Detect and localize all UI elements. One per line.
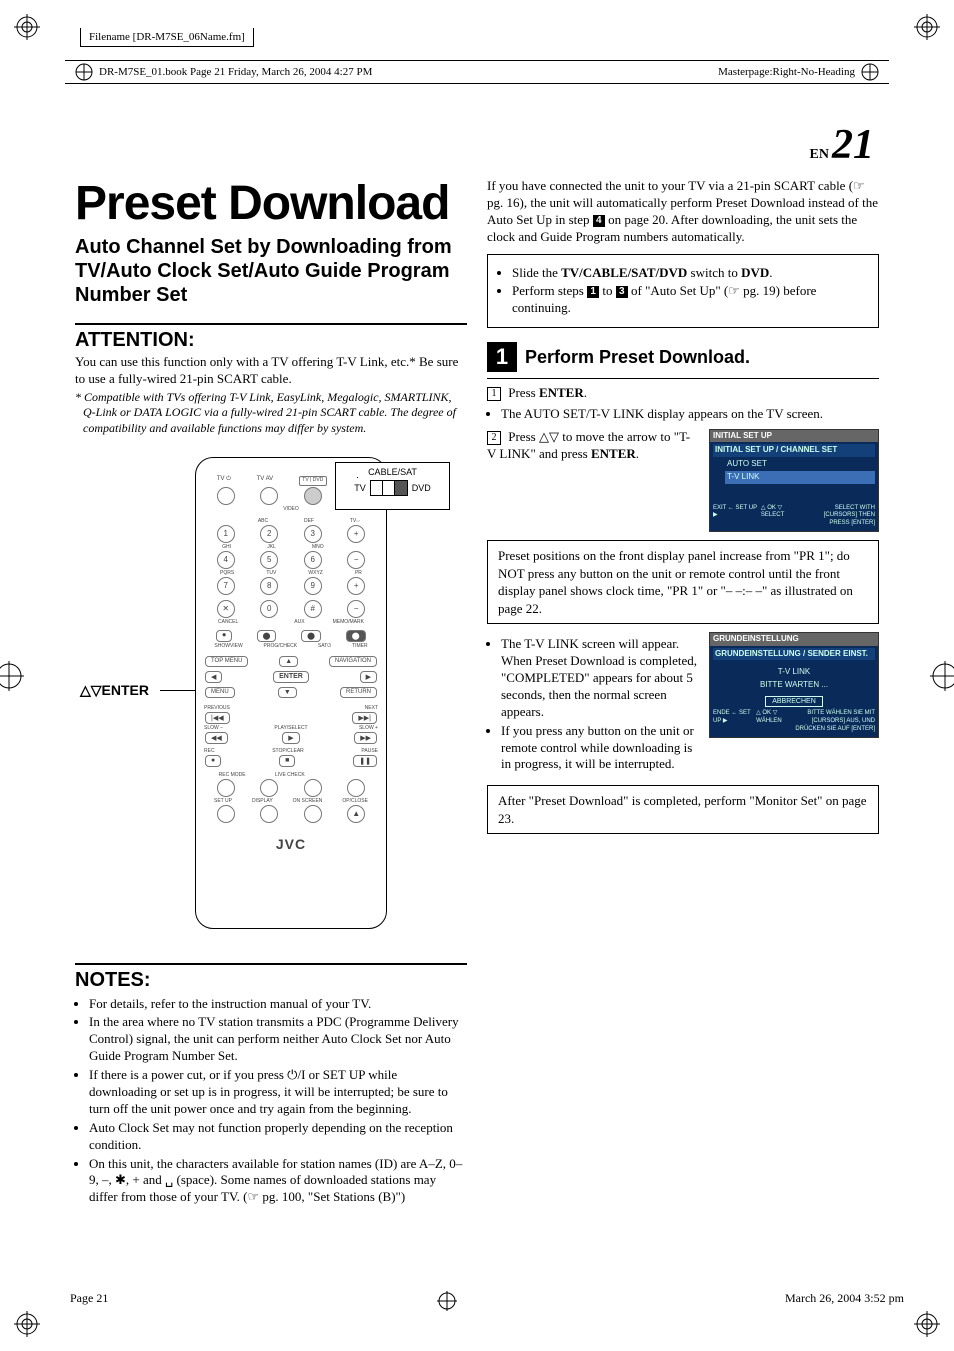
list-item: The T-V LINK screen will appear. When Pr…	[501, 636, 699, 720]
list-item: Slide the TV/CABLE/SAT/DVD switch to DVD…	[512, 265, 868, 282]
tv-screen-2: GRUNDEINSTELLUNG GRUNDEINSTELLUNG / SEND…	[709, 632, 879, 737]
remote-illustration: △▽ENTER CABLE/SAT TV ⏻TV AV TV | DVD DVD	[75, 457, 467, 957]
attention-heading: ATTENTION:	[75, 329, 467, 352]
screen-row: T-V LINK	[713, 666, 875, 678]
remote-inset-callout: CABLE/SAT TV DVD	[335, 462, 450, 510]
left-column: Preset Download Auto Channel Set by Down…	[75, 176, 467, 1210]
list-item: The AUTO SET/T-V LINK display appears on…	[501, 406, 879, 423]
crosshair-icon	[0, 661, 24, 691]
divider	[487, 378, 879, 379]
footer-page: Page 21	[70, 1291, 108, 1311]
substep-2: 2 Press to move the arrow to "T-V LINK" …	[487, 429, 699, 463]
page-title: Preset Download	[75, 176, 467, 231]
intro-paragraph: If you have connected the unit to your T…	[487, 178, 879, 246]
list-item: Perform steps 1 to 3 of "Auto Set Up" (☞…	[512, 283, 868, 317]
divider	[75, 963, 467, 965]
tv-screen-1: INITIAL SET UP INITIAL SET UP / CHANNEL …	[709, 429, 879, 532]
attention-footnote: * Compatible with TVs offering T-V Link,…	[83, 390, 467, 437]
warning-box: Preset positions on the front display pa…	[487, 540, 879, 624]
screen-foot-mid: △ OK ▽ SELECT	[761, 505, 805, 528]
crosshair-icon	[930, 661, 954, 691]
attention-body: You can use this function only with a TV…	[75, 354, 467, 388]
jvc-logo: JVC	[204, 836, 378, 852]
divider	[75, 323, 467, 325]
registration-mark-icon	[914, 14, 940, 40]
step-heading: 1 Perform Preset Download.	[487, 342, 879, 372]
page-subtitle: Auto Channel Set by Downloading from TV/…	[75, 235, 467, 307]
substep-number: 1	[487, 387, 501, 401]
registration-mark-icon	[14, 1311, 40, 1337]
screen-row: BITTE WARTEN ...	[713, 679, 875, 691]
filename-box: Filename [DR-M7SE_06Name.fm]	[80, 28, 254, 47]
list-item: If you press any button on the unit or r…	[501, 723, 699, 774]
screen-foot-mid: △ OK ▽ WÄHLEN	[756, 710, 795, 733]
substep-number: 2	[487, 431, 501, 445]
screen-row: AUTO SET	[725, 458, 875, 470]
screen-foot-right: SELECT WITH [CURSORS] THEN PRESS [ENTER]	[805, 505, 875, 528]
screen-foot-right: BITTE WÄHLEN SIE MIT [CURSORS] AUS, UND …	[795, 710, 875, 733]
masterpage-label: Masterpage:Right-No-Heading	[718, 66, 855, 78]
registration-mark-icon	[914, 1311, 940, 1337]
inset-tv-label: TV	[354, 483, 366, 493]
crosshair-icon	[437, 1291, 457, 1311]
step-title: Perform Preset Download.	[525, 347, 750, 368]
screen-header: INITIAL SET UP / CHANNEL SET	[713, 444, 875, 456]
list-item: If there is a power cut, or if you press…	[89, 1067, 467, 1118]
after-box: After "Preset Download" is completed, pe…	[487, 785, 879, 834]
list-item: Auto Clock Set may not function properly…	[89, 1120, 467, 1154]
screen-title: GRUNDEINSTELLUNG	[710, 633, 878, 645]
book-line: DR-M7SE_01.book Page 21 Friday, March 26…	[99, 66, 372, 78]
notes-list: For details, refer to the instruction ma…	[89, 996, 467, 1207]
right-column: If you have connected the unit to your T…	[487, 176, 879, 1210]
footer: Page 21 March 26, 2004 3:52 pm	[70, 1291, 904, 1311]
page-number: EN 21	[50, 124, 874, 166]
screen-title: INITIAL SET UP	[710, 430, 878, 442]
footer-date: March 26, 2004 3:52 pm	[785, 1291, 904, 1311]
list-item: In the area where no TV station transmit…	[89, 1014, 467, 1065]
substep-1: 1 Press ENTER.	[487, 385, 879, 402]
screen-header: GRUNDEINSTELLUNG / SENDER EINST.	[713, 648, 875, 660]
list-item: On this unit, the characters available f…	[89, 1156, 467, 1207]
screen-button: ABBRECHEN	[765, 696, 823, 707]
registration-mark-icon	[14, 14, 40, 40]
screen-row-selected: T-V LINK	[725, 471, 875, 483]
header-bar: DR-M7SE_01.book Page 21 Friday, March 26…	[65, 60, 889, 84]
page-en-label: EN	[810, 147, 829, 162]
page-number-big: 21	[832, 122, 874, 168]
remote-body: CABLE/SAT TV ⏻TV AV TV | DVD DVD VIDEO A…	[195, 457, 387, 929]
inset-cablesat: CABLE/SAT	[340, 467, 445, 477]
page: Filename [DR-M7SE_06Name.fm] DR-M7SE_01.…	[0, 0, 954, 1351]
step-number: 1	[487, 342, 517, 372]
lead-line	[357, 477, 358, 478]
inset-dvd-label: DVD	[412, 483, 431, 493]
pre-step-box: Slide the TV/CABLE/SAT/DVD switch to DVD…	[487, 254, 879, 329]
enter-callout: △▽ENTER	[80, 682, 149, 699]
notes-heading: NOTES:	[75, 969, 467, 992]
screen-foot-left: EXIT ← SET UP ▶	[713, 505, 761, 528]
book-icon	[75, 63, 93, 81]
list-item: For details, refer to the instruction ma…	[89, 996, 467, 1013]
screen-foot-left: ENDE ← SET UP ▶	[713, 710, 756, 733]
book-icon	[861, 63, 879, 81]
